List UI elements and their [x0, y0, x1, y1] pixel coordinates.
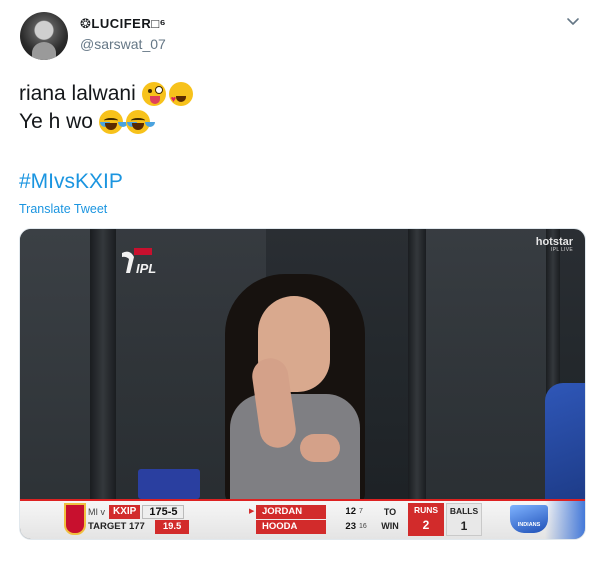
balls-value: 1 — [460, 519, 468, 533]
tweet-line-2-text: Ye h wo — [19, 110, 93, 133]
batsman-row: HOODA 23 16 — [256, 519, 388, 534]
tweet-line-1: riana lalwani — [19, 80, 193, 113]
score-summary: MI v KXIP 175-5 TARGET 177 19.5 — [88, 504, 190, 534]
spectator-figure — [200, 274, 390, 504]
spectator-torso — [230, 394, 360, 504]
batsman-balls: 7 — [359, 508, 363, 515]
tweet-line-1-text: riana lalwani — [19, 82, 136, 105]
stadium-seat — [545, 383, 585, 503]
scorebar: MI v KXIP 175-5 TARGET 177 19.5 ▶ JORDAN… — [20, 499, 585, 539]
batsman-row: JORDAN 12 7 — [256, 504, 388, 519]
batsman-name: JORDAN — [256, 504, 326, 519]
tweet-line-2: Ye h wo — [19, 108, 193, 136]
batsman-balls: 16 — [359, 523, 367, 530]
kxip-logo — [64, 503, 86, 535]
runs-value: 2 — [422, 518, 430, 532]
to-label: TO — [383, 507, 397, 517]
mi-logo: INDIANS — [510, 505, 548, 533]
batsman-name: HOODA — [256, 519, 326, 534]
on-strike-icon: ▶ — [249, 508, 255, 515]
tweet-text: riana lalwani Ye h wo — [19, 80, 193, 136]
chevron-down-icon[interactable] — [564, 12, 582, 30]
target-label: TARGET 177 — [88, 521, 145, 532]
broadcaster-logo: hotstar IPL LIVE — [536, 237, 573, 253]
ipl-logo-text: IPL — [136, 261, 157, 276]
runs-label: RUNS — [413, 505, 439, 515]
background-window — [20, 229, 90, 509]
score-row: MI v KXIP 175-5 — [88, 504, 189, 519]
to-win-label: TO WIN — [376, 505, 404, 533]
background-window — [426, 229, 546, 509]
tears-of-joy-emoji — [98, 110, 123, 134]
tears-of-joy-emoji — [125, 110, 150, 134]
runs-needed: RUNS 2 — [408, 503, 444, 536]
spectator-hand — [300, 434, 340, 462]
background-pillar — [90, 229, 116, 499]
translate-tweet-link[interactable]: Translate Tweet — [19, 202, 107, 216]
balls-remaining: BALLS 1 — [446, 503, 482, 536]
batsmen-block: JORDAN 12 7 HOODA 23 16 — [256, 504, 388, 534]
target-row: TARGET 177 19.5 — [88, 519, 190, 534]
batting-team: KXIP — [109, 504, 141, 519]
background-pillar — [408, 229, 426, 499]
broadcaster-sub: IPL LIVE — [551, 247, 573, 253]
overs-value: 19.5 — [154, 519, 190, 534]
stadium-seat — [138, 469, 200, 499]
scorebar-fade — [545, 501, 585, 539]
hashtag-link[interactable]: #MIvsKXIP — [19, 170, 123, 194]
heart-eyes-emoji — [168, 82, 193, 113]
batsman-runs: 12 — [345, 506, 356, 517]
zany-face-emoji — [141, 82, 166, 106]
balls-label: BALLS — [449, 506, 479, 516]
vs-label: MI v — [88, 506, 105, 517]
display-name[interactable]: ❂LUCIFER□⁶ — [80, 16, 166, 32]
win-label: WIN — [381, 521, 399, 531]
tweet-media[interactable]: IPL hotstar IPL LIVE MI v KXIP 175-5 TAR… — [19, 228, 586, 540]
avatar[interactable] — [20, 12, 68, 60]
team-score: 175-5 — [142, 504, 185, 519]
batsman-runs: 23 — [345, 521, 356, 532]
user-handle[interactable]: @sarswat_07 — [80, 36, 166, 52]
